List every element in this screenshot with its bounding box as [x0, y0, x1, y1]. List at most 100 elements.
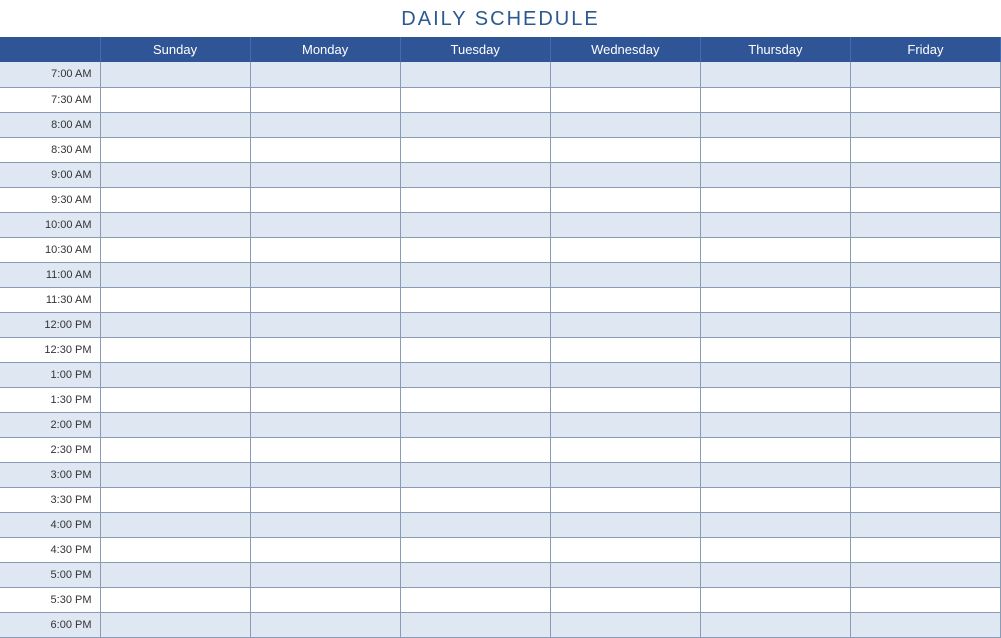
- schedule-cell[interactable]: [850, 287, 1000, 312]
- schedule-cell[interactable]: [250, 312, 400, 337]
- schedule-cell[interactable]: [700, 237, 850, 262]
- schedule-cell[interactable]: [100, 412, 250, 437]
- schedule-cell[interactable]: [250, 337, 400, 362]
- schedule-cell[interactable]: [850, 387, 1000, 412]
- schedule-cell[interactable]: [100, 237, 250, 262]
- schedule-cell[interactable]: [700, 87, 850, 112]
- schedule-cell[interactable]: [550, 262, 700, 287]
- schedule-cell[interactable]: [700, 212, 850, 237]
- schedule-cell[interactable]: [100, 262, 250, 287]
- schedule-cell[interactable]: [850, 562, 1000, 587]
- schedule-cell[interactable]: [850, 537, 1000, 562]
- schedule-cell[interactable]: [250, 187, 400, 212]
- schedule-cell[interactable]: [250, 462, 400, 487]
- schedule-cell[interactable]: [250, 362, 400, 387]
- schedule-cell[interactable]: [550, 187, 700, 212]
- schedule-cell[interactable]: [400, 612, 550, 637]
- schedule-cell[interactable]: [250, 612, 400, 637]
- schedule-cell[interactable]: [400, 237, 550, 262]
- schedule-cell[interactable]: [400, 162, 550, 187]
- schedule-cell[interactable]: [100, 537, 250, 562]
- schedule-cell[interactable]: [700, 512, 850, 537]
- schedule-cell[interactable]: [100, 512, 250, 537]
- schedule-cell[interactable]: [250, 137, 400, 162]
- schedule-cell[interactable]: [400, 312, 550, 337]
- schedule-cell[interactable]: [700, 162, 850, 187]
- schedule-cell[interactable]: [100, 162, 250, 187]
- schedule-cell[interactable]: [250, 587, 400, 612]
- schedule-cell[interactable]: [700, 587, 850, 612]
- schedule-cell[interactable]: [550, 62, 700, 87]
- schedule-cell[interactable]: [100, 137, 250, 162]
- schedule-cell[interactable]: [100, 187, 250, 212]
- schedule-cell[interactable]: [550, 487, 700, 512]
- schedule-cell[interactable]: [400, 462, 550, 487]
- schedule-cell[interactable]: [100, 387, 250, 412]
- schedule-cell[interactable]: [550, 337, 700, 362]
- schedule-cell[interactable]: [400, 62, 550, 87]
- schedule-cell[interactable]: [700, 187, 850, 212]
- schedule-cell[interactable]: [550, 587, 700, 612]
- schedule-cell[interactable]: [100, 287, 250, 312]
- schedule-cell[interactable]: [550, 87, 700, 112]
- schedule-cell[interactable]: [400, 212, 550, 237]
- schedule-cell[interactable]: [850, 512, 1000, 537]
- schedule-cell[interactable]: [700, 537, 850, 562]
- schedule-cell[interactable]: [700, 137, 850, 162]
- schedule-cell[interactable]: [850, 437, 1000, 462]
- schedule-cell[interactable]: [550, 112, 700, 137]
- schedule-cell[interactable]: [700, 287, 850, 312]
- schedule-cell[interactable]: [250, 412, 400, 437]
- schedule-cell[interactable]: [400, 287, 550, 312]
- schedule-cell[interactable]: [100, 87, 250, 112]
- schedule-cell[interactable]: [700, 337, 850, 362]
- schedule-cell[interactable]: [400, 262, 550, 287]
- schedule-cell[interactable]: [400, 512, 550, 537]
- schedule-cell[interactable]: [850, 112, 1000, 137]
- schedule-cell[interactable]: [100, 212, 250, 237]
- schedule-cell[interactable]: [850, 362, 1000, 387]
- schedule-cell[interactable]: [250, 537, 400, 562]
- schedule-cell[interactable]: [400, 487, 550, 512]
- schedule-cell[interactable]: [850, 187, 1000, 212]
- schedule-cell[interactable]: [850, 462, 1000, 487]
- schedule-cell[interactable]: [550, 612, 700, 637]
- schedule-cell[interactable]: [550, 387, 700, 412]
- schedule-cell[interactable]: [400, 562, 550, 587]
- schedule-cell[interactable]: [700, 112, 850, 137]
- schedule-cell[interactable]: [100, 312, 250, 337]
- schedule-cell[interactable]: [400, 387, 550, 412]
- schedule-cell[interactable]: [400, 112, 550, 137]
- schedule-cell[interactable]: [550, 162, 700, 187]
- schedule-cell[interactable]: [550, 512, 700, 537]
- schedule-cell[interactable]: [250, 112, 400, 137]
- schedule-cell[interactable]: [700, 437, 850, 462]
- schedule-cell[interactable]: [100, 487, 250, 512]
- schedule-cell[interactable]: [250, 87, 400, 112]
- schedule-cell[interactable]: [700, 562, 850, 587]
- schedule-cell[interactable]: [700, 387, 850, 412]
- schedule-cell[interactable]: [400, 137, 550, 162]
- schedule-cell[interactable]: [550, 287, 700, 312]
- schedule-cell[interactable]: [100, 362, 250, 387]
- schedule-cell[interactable]: [550, 437, 700, 462]
- schedule-cell[interactable]: [850, 62, 1000, 87]
- schedule-cell[interactable]: [850, 87, 1000, 112]
- schedule-cell[interactable]: [400, 412, 550, 437]
- schedule-cell[interactable]: [400, 362, 550, 387]
- schedule-cell[interactable]: [850, 262, 1000, 287]
- schedule-cell[interactable]: [100, 562, 250, 587]
- schedule-cell[interactable]: [700, 412, 850, 437]
- schedule-cell[interactable]: [700, 487, 850, 512]
- schedule-cell[interactable]: [850, 162, 1000, 187]
- schedule-cell[interactable]: [250, 62, 400, 87]
- schedule-cell[interactable]: [250, 162, 400, 187]
- schedule-cell[interactable]: [700, 362, 850, 387]
- schedule-cell[interactable]: [850, 612, 1000, 637]
- schedule-cell[interactable]: [700, 462, 850, 487]
- schedule-cell[interactable]: [850, 487, 1000, 512]
- schedule-cell[interactable]: [550, 237, 700, 262]
- schedule-cell[interactable]: [250, 387, 400, 412]
- schedule-cell[interactable]: [550, 137, 700, 162]
- schedule-cell[interactable]: [850, 312, 1000, 337]
